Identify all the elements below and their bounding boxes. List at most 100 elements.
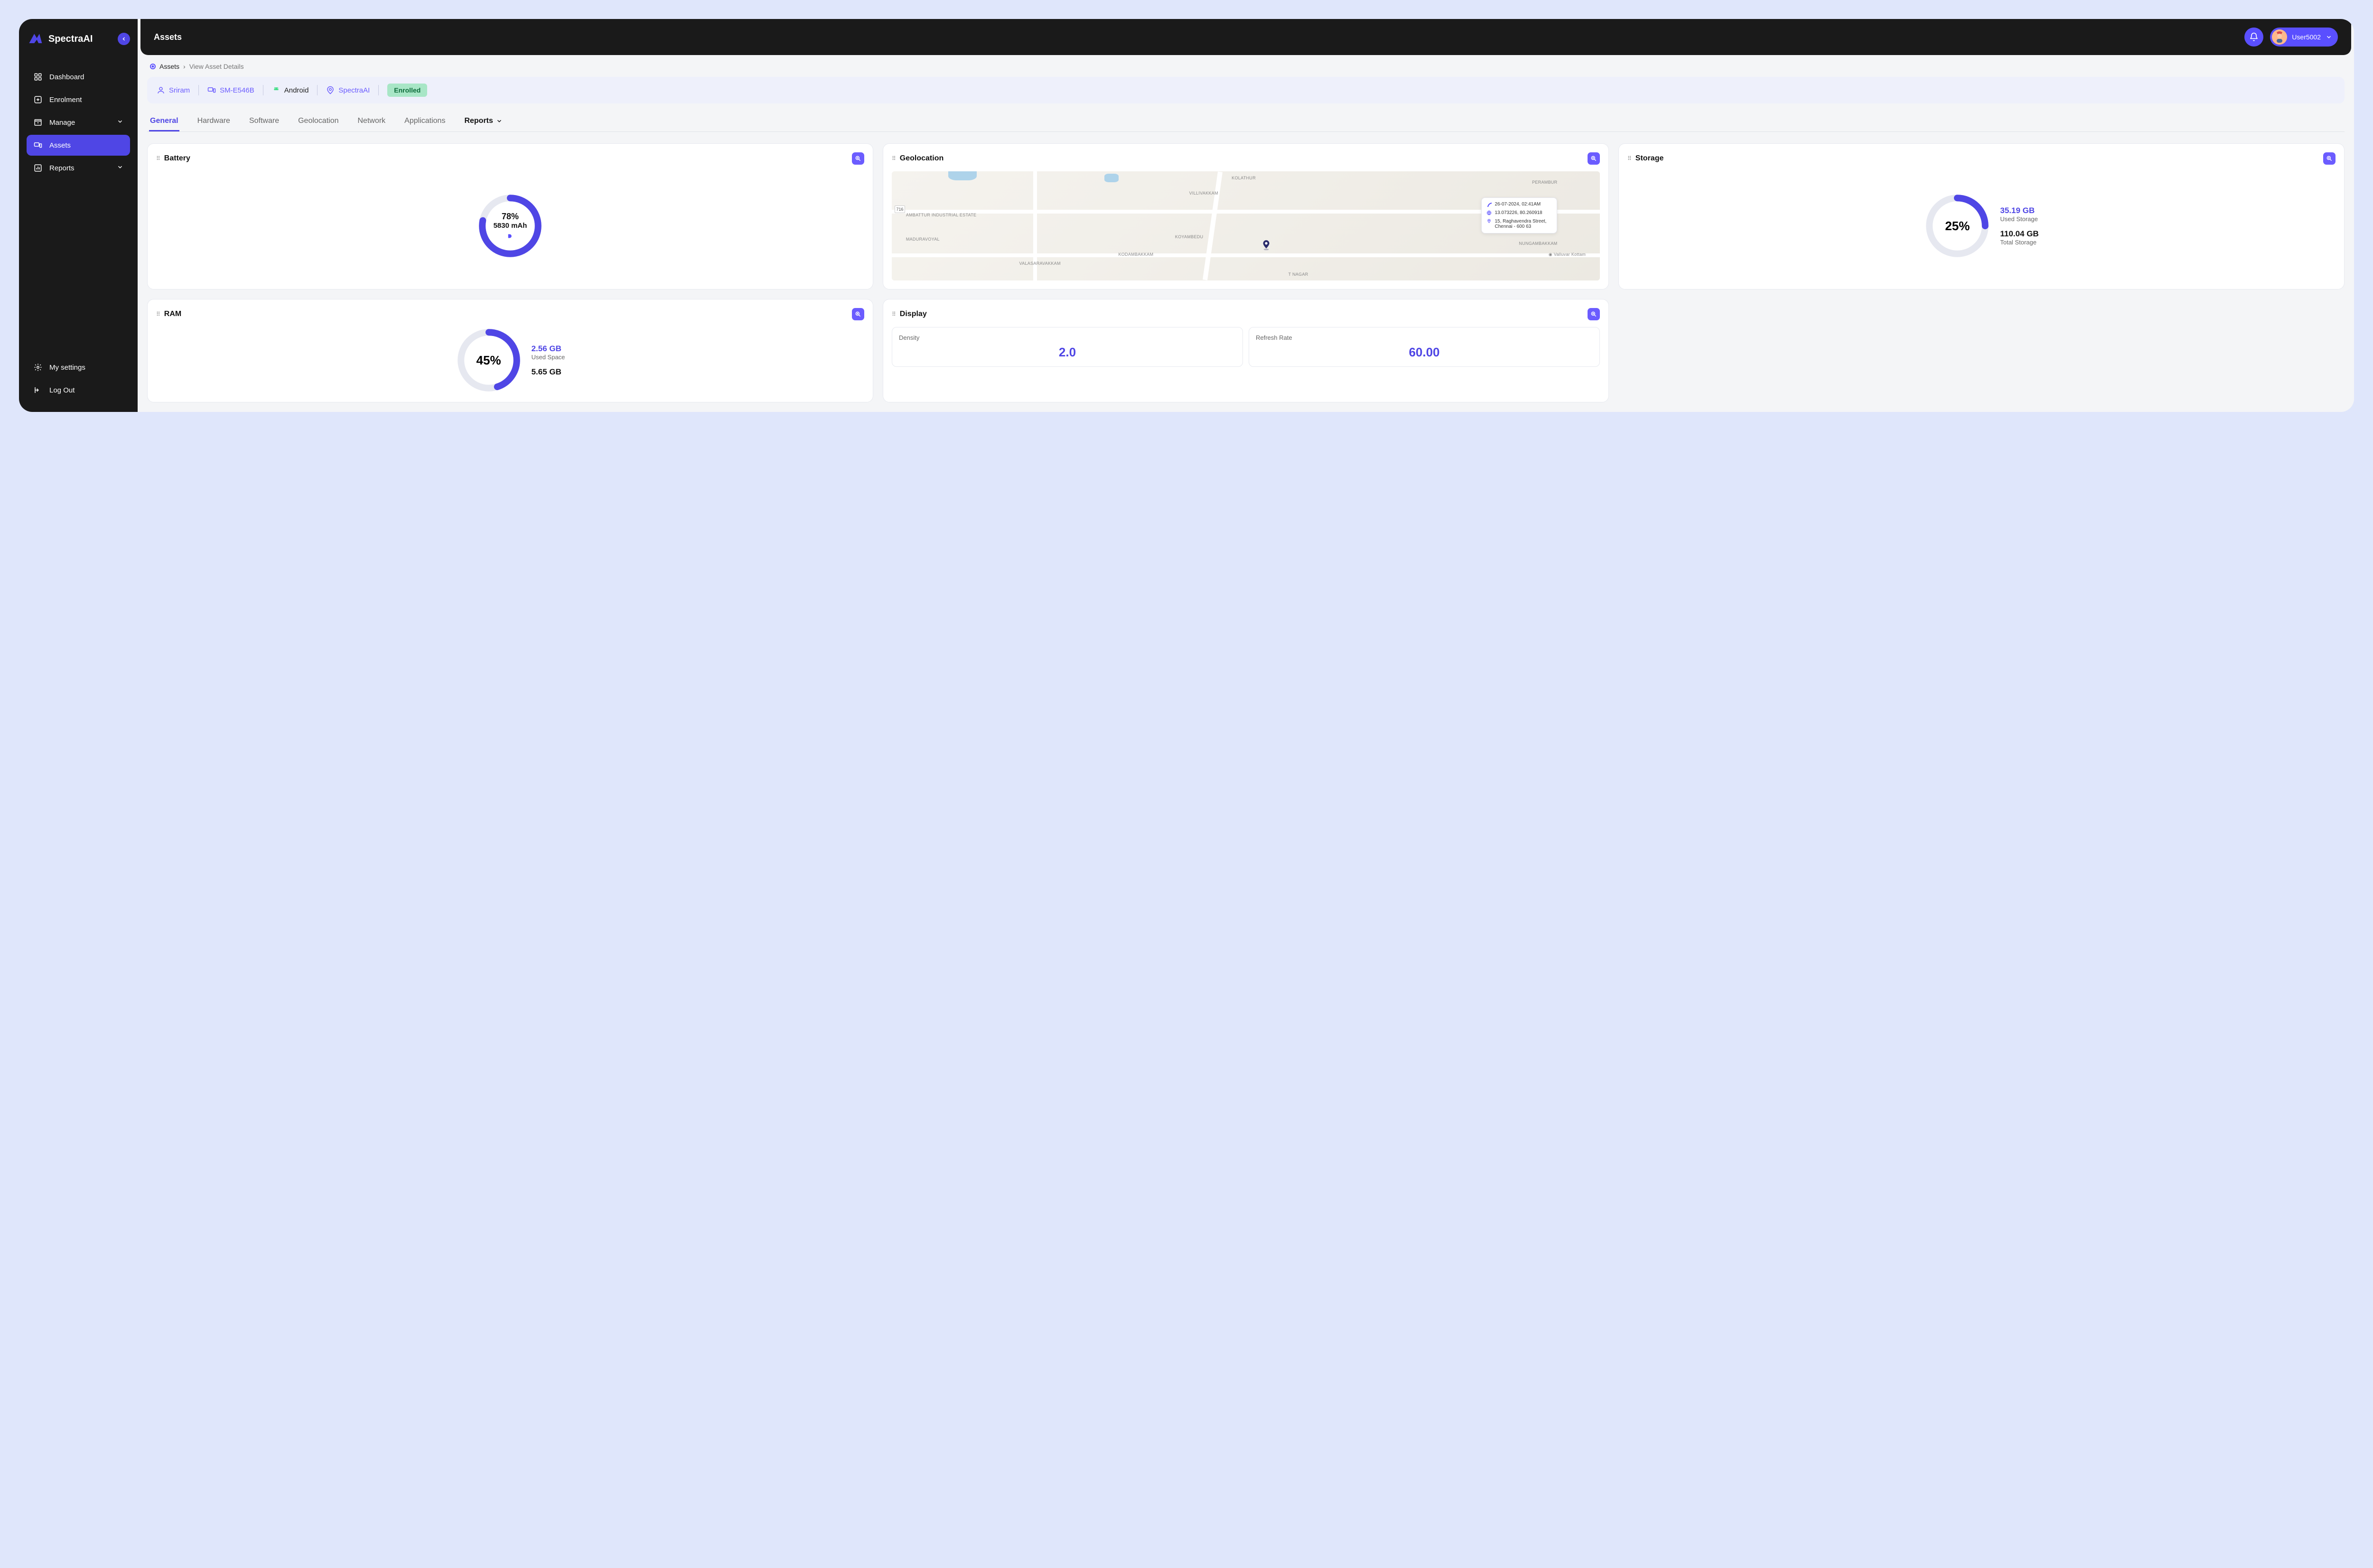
display-density-label: Density <box>899 334 1236 341</box>
tab-geolocation[interactable]: Geolocation <box>297 112 339 131</box>
drag-handle-icon[interactable]: ⠿ <box>156 311 160 317</box>
nav-label: Reports <box>49 164 75 172</box>
storage-gauge: 25% <box>1924 193 1990 259</box>
map-coords: 13.073226, 80.260918 <box>1495 210 1542 215</box>
tab-reports-label: Reports <box>464 117 493 125</box>
battery-percent: 78% <box>502 212 519 222</box>
tab-general[interactable]: General <box>149 112 179 131</box>
asset-os: Android <box>272 86 309 94</box>
chevron-down-icon <box>117 118 123 127</box>
display-density-value: 2.0 <box>899 345 1236 360</box>
tab-applications[interactable]: Applications <box>403 112 446 131</box>
nav-logout[interactable]: Log Out <box>27 380 130 401</box>
battery-capacity: 5830 mAh <box>494 222 527 230</box>
app-window: SpectraAI Dashboard Enrolment Manage Ass… <box>19 19 2354 412</box>
notifications-button[interactable] <box>2244 28 2263 47</box>
nav-manage[interactable]: Manage <box>27 112 130 133</box>
card-title: Display <box>900 310 1584 318</box>
map-label: KODAMBAKKAM <box>1118 252 1153 257</box>
tab-hardware[interactable]: Hardware <box>196 112 231 131</box>
expand-button[interactable] <box>1588 308 1600 320</box>
storage-card: ⠿ Storage 25% 35.19 GB Used Storage <box>1618 143 2345 289</box>
map-popup: 26-07-2024, 02:41AM 13.073226, 80.260918… <box>1481 197 1557 233</box>
user-name: User5002 <box>2292 33 2321 41</box>
sidebar: SpectraAI Dashboard Enrolment Manage Ass… <box>19 19 138 412</box>
nav-enrolment[interactable]: Enrolment <box>27 89 130 110</box>
tab-software[interactable]: Software <box>248 112 280 131</box>
map-label: AMBATTUR INDUSTRIAL ESTATE <box>906 213 976 217</box>
battery-card: ⠿ Battery 78% 5830 mAh <box>147 143 873 289</box>
drag-handle-icon[interactable]: ⠿ <box>892 155 896 162</box>
map-timestamp: 26-07-2024, 02:41AM <box>1495 202 1541 207</box>
ram-gauge: 45% <box>456 327 522 393</box>
asset-owner: Sriram <box>157 86 190 94</box>
chevron-down-icon <box>117 164 123 172</box>
archive-icon <box>33 118 43 127</box>
asset-info-bar: Sriram SM-E546B Android SpectraAI <box>147 77 2345 103</box>
divider <box>198 85 199 95</box>
grid-icon <box>33 72 43 82</box>
display-refresh-cell: Refresh Rate 60.00 <box>1249 327 1600 367</box>
card-title: Storage <box>1635 154 2319 163</box>
plus-square-icon <box>33 95 43 104</box>
main-content: Assets User5002 Assets › View Asset Deta… <box>138 19 2354 412</box>
main-nav: Dashboard Enrolment Manage Assets Report… <box>27 66 130 347</box>
display-refresh-label: Refresh Rate <box>1256 334 1593 341</box>
ram-used-label: Used Space <box>532 354 565 361</box>
expand-button[interactable] <box>1588 152 1600 165</box>
display-density-cell: Density 2.0 <box>892 327 1243 367</box>
collapse-sidebar-button[interactable] <box>118 33 130 45</box>
clock-icon <box>1486 202 1492 208</box>
map-label: KOLATHUR <box>1232 176 1256 180</box>
status-badge: Enrolled <box>387 84 427 97</box>
tab-reports[interactable]: Reports <box>463 112 503 131</box>
nav-label: Enrolment <box>49 96 82 104</box>
expand-button[interactable] <box>852 152 864 165</box>
logout-icon <box>33 385 43 395</box>
nav-my-settings[interactable]: My settings <box>27 357 130 378</box>
android-icon <box>272 86 280 94</box>
storage-used-label: Used Storage <box>2000 215 2038 223</box>
map-label: VALASARAVAKKAM <box>1019 261 1061 266</box>
map[interactable]: 716 KOLATHUR PERAMBUR VILLIVAKKAM AMBATT… <box>892 171 1600 280</box>
map-pin-icon <box>1260 239 1272 254</box>
devices-icon <box>33 140 43 150</box>
chevron-right-icon: › <box>183 63 186 70</box>
asset-org-name: SpectraAI <box>338 86 370 94</box>
ram-total: 5.65 GB <box>532 367 565 377</box>
map-label: NUNGAMBAKKAM <box>1519 241 1557 246</box>
battery-gauge: 78% 5830 mAh <box>477 193 543 259</box>
ram-used: 2.56 GB <box>532 344 565 354</box>
card-title: RAM <box>164 310 848 318</box>
nav-reports[interactable]: Reports <box>27 158 130 178</box>
nav-bottom: My settings Log Out <box>27 357 130 401</box>
geolocation-card: ⠿ Geolocation 716 KOLATHUR <box>883 143 1609 289</box>
topbar: Assets User5002 <box>140 19 2351 55</box>
storage-used: 35.19 GB <box>2000 206 2038 215</box>
nav-label: My settings <box>49 364 85 372</box>
nav-label: Manage <box>49 119 75 127</box>
map-label: VILLIVAKKAM <box>1189 191 1218 196</box>
drag-handle-icon[interactable]: ⠿ <box>1627 155 1632 162</box>
nav-assets[interactable]: Assets <box>27 135 130 156</box>
content-area: Assets › View Asset Details Sriram SM-E5… <box>138 58 2354 412</box>
logo-icon <box>27 30 44 47</box>
chevron-down-icon <box>496 118 503 124</box>
asset-tabs: General Hardware Software Geolocation Ne… <box>147 112 2345 132</box>
expand-button[interactable] <box>852 308 864 320</box>
tab-network[interactable]: Network <box>356 112 386 131</box>
nav-label: Log Out <box>49 386 75 394</box>
drag-handle-icon[interactable]: ⠿ <box>892 311 896 317</box>
expand-button[interactable] <box>2323 152 2336 165</box>
nav-label: Dashboard <box>49 73 84 81</box>
map-label: T NAGAR <box>1289 272 1308 277</box>
display-refresh-value: 60.00 <box>1256 345 1593 360</box>
drag-handle-icon[interactable]: ⠿ <box>156 155 160 162</box>
user-menu[interactable]: User5002 <box>2270 28 2338 47</box>
page-title: Assets <box>154 32 2244 42</box>
storage-total: 110.04 GB <box>2000 229 2038 239</box>
breadcrumb-root[interactable]: Assets <box>159 63 179 70</box>
map-label: MADURAVOYAL <box>906 237 940 242</box>
logo-row: SpectraAI <box>27 30 130 47</box>
nav-dashboard[interactable]: Dashboard <box>27 66 130 87</box>
